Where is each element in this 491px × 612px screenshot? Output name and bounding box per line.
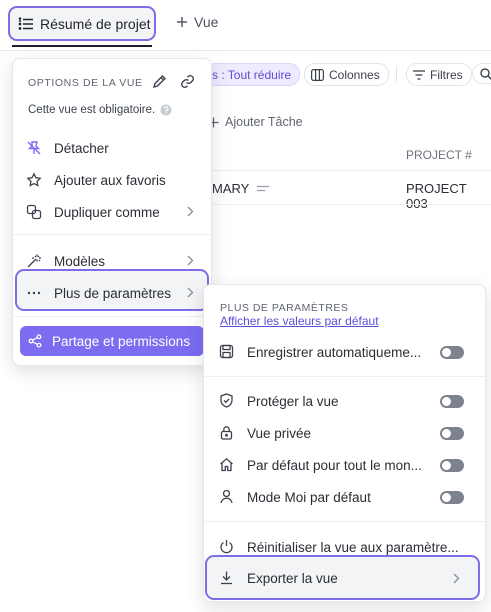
protect-label: Protéger la vue bbox=[247, 393, 339, 409]
chevron-right-icon bbox=[453, 573, 460, 584]
columns-icon bbox=[311, 68, 324, 81]
default-all-label: Par défaut pour tout le mon... bbox=[247, 457, 422, 473]
more-params-label: Plus de paramètres bbox=[54, 285, 172, 301]
add-task-button[interactable]: Ajouter Tâche bbox=[208, 115, 303, 129]
user-icon bbox=[219, 489, 235, 505]
menu-divider bbox=[12, 316, 212, 317]
magic-wand-icon bbox=[26, 253, 42, 269]
tab-label: Résumé de projet bbox=[40, 15, 151, 32]
autosave-label: Enregistrer automatiqueme... bbox=[247, 344, 422, 360]
add-view-button[interactable]: Vue bbox=[176, 14, 218, 30]
detach-label: Détacher bbox=[54, 140, 109, 156]
filters-label: Filtres bbox=[430, 67, 463, 82]
task-name: MARY bbox=[212, 181, 250, 196]
private-label: Vue privée bbox=[247, 425, 312, 441]
favorites-label: Ajouter aux favoris bbox=[54, 172, 166, 188]
save-icon bbox=[219, 344, 235, 360]
pin-off-icon bbox=[26, 140, 42, 156]
add-favorites-item[interactable]: Ajouter aux favoris bbox=[20, 166, 206, 194]
duplicate-icon bbox=[26, 204, 42, 220]
private-view-item[interactable]: Vue privée bbox=[216, 419, 474, 447]
submenu-divider bbox=[204, 521, 485, 522]
more-params-item[interactable]: Plus de paramètres bbox=[20, 279, 206, 307]
search-button[interactable] bbox=[472, 63, 491, 84]
description-text: Cette vue est obligatoire. bbox=[28, 104, 156, 116]
submenu-divider bbox=[204, 376, 485, 377]
chevron-right-icon bbox=[187, 287, 194, 298]
autosave-item[interactable]: Enregistrer automatiqueme... bbox=[216, 338, 474, 366]
columns-button[interactable]: Colonnes bbox=[304, 63, 389, 86]
templates-label: Modèles bbox=[54, 253, 106, 269]
chevron-right-icon bbox=[187, 206, 194, 217]
more-dots-icon bbox=[26, 285, 42, 301]
chevron-right-icon bbox=[187, 255, 194, 266]
table-row-name[interactable]: MARY bbox=[212, 181, 270, 196]
header-divider bbox=[0, 50, 491, 51]
export-view-item[interactable]: Exporter la vue bbox=[216, 564, 474, 592]
filter-icon bbox=[413, 69, 425, 80]
columns-label: Colonnes bbox=[329, 67, 380, 82]
column-header-project[interactable]: PROJECT # bbox=[406, 148, 472, 162]
share-label: Partage et permissions bbox=[52, 333, 191, 349]
autosave-toggle[interactable] bbox=[440, 346, 464, 359]
add-task-label: Ajouter Tâche bbox=[225, 115, 303, 129]
copy-link-icon[interactable] bbox=[180, 74, 195, 89]
me-mode-item[interactable]: Mode Moi par défaut bbox=[216, 483, 474, 511]
menu-title: OPTIONS DE LA VUE bbox=[28, 77, 143, 89]
tab-project-summary[interactable]: Résumé de projet bbox=[8, 6, 156, 41]
export-label: Exporter la vue bbox=[247, 570, 338, 586]
help-icon[interactable] bbox=[160, 104, 172, 116]
plus-icon bbox=[176, 16, 188, 28]
share-icon bbox=[28, 334, 42, 348]
filters-button[interactable]: Filtres bbox=[406, 63, 472, 86]
collapse-label: s : Tout réduire bbox=[212, 67, 292, 82]
menu-description: Cette vue est obligatoire. bbox=[28, 104, 172, 116]
power-icon bbox=[219, 539, 235, 555]
toolbar-separator bbox=[396, 66, 397, 82]
star-icon bbox=[26, 172, 42, 188]
shield-check-icon bbox=[219, 393, 235, 409]
add-view-label: Vue bbox=[194, 14, 219, 30]
collapse-all-chip[interactable]: s : Tout réduire bbox=[205, 63, 301, 86]
lock-icon bbox=[219, 425, 235, 441]
duplicate-label: Dupliquer comme bbox=[54, 204, 160, 220]
description-icon bbox=[257, 185, 270, 193]
active-tab-indicator bbox=[12, 45, 152, 47]
table-divider bbox=[212, 204, 491, 205]
protect-toggle[interactable] bbox=[440, 395, 464, 408]
home-icon bbox=[219, 457, 235, 473]
share-permissions-button[interactable]: Partage et permissions bbox=[20, 326, 204, 356]
private-toggle[interactable] bbox=[440, 427, 464, 440]
protect-view-item[interactable]: Protéger la vue bbox=[216, 387, 474, 415]
reset-label: Réinitialiser la vue aux paramètre... bbox=[247, 539, 459, 555]
search-icon bbox=[480, 67, 491, 80]
list-tree-icon bbox=[18, 16, 34, 32]
menu-divider bbox=[12, 234, 212, 235]
me-mode-toggle[interactable] bbox=[440, 491, 464, 504]
default-all-toggle[interactable] bbox=[440, 459, 464, 472]
table-cell-project[interactable]: PROJECT 003 bbox=[406, 181, 491, 211]
default-for-all-item[interactable]: Par défaut pour tout le mon... bbox=[216, 451, 474, 479]
show-defaults-link[interactable]: Afficher les valeurs par défaut bbox=[220, 314, 379, 328]
edit-pencil-icon[interactable] bbox=[152, 74, 167, 89]
detach-item[interactable]: Détacher bbox=[20, 134, 206, 162]
table-divider bbox=[212, 170, 491, 171]
download-icon bbox=[219, 570, 235, 586]
me-mode-label: Mode Moi par défaut bbox=[247, 489, 371, 505]
duplicate-as-item[interactable]: Dupliquer comme bbox=[20, 198, 206, 226]
submenu-title: PLUS DE PARAMÈTRES bbox=[220, 302, 349, 314]
